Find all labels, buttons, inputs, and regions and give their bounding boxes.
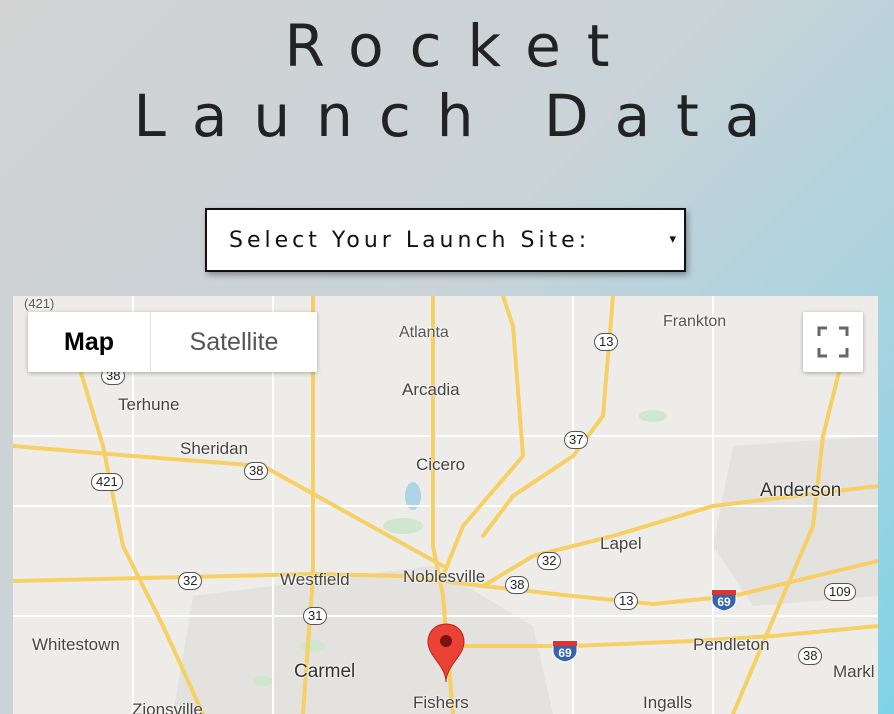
- map-type-map-button[interactable]: Map: [28, 312, 151, 372]
- place-label: Frankton: [663, 313, 727, 330]
- route-shield: 31: [303, 607, 328, 625]
- fullscreen-button[interactable]: [803, 312, 863, 372]
- route-shield: 38: [244, 462, 269, 480]
- map-type-control: Map Satellite: [28, 312, 317, 372]
- route-shield: 13: [614, 592, 639, 610]
- interstate-shield-icon: 69: [552, 639, 578, 663]
- route-shield: 38: [505, 576, 530, 594]
- route-shield: 38: [798, 647, 823, 665]
- map-pin-icon[interactable]: [426, 622, 466, 684]
- place-label: Terhune: [118, 395, 180, 414]
- place-label: Ingalls: [643, 693, 693, 712]
- route-label: (421): [24, 296, 55, 311]
- place-label: Sheridan: [180, 439, 249, 458]
- page-title-line-2: Launch Data: [133, 82, 787, 150]
- route-shield: 32: [178, 572, 203, 590]
- interstate-number: 69: [558, 646, 572, 660]
- place-label: Fishers: [413, 693, 469, 712]
- place-label: Pendleton: [693, 635, 770, 654]
- place-label: Carmel: [294, 661, 356, 682]
- launch-site-select-label: Select Your Launch Site:: [229, 227, 591, 253]
- place-label: Anderson: [760, 480, 842, 501]
- interstate-shield-icon: 69: [711, 588, 737, 612]
- place-label: Westfield: [280, 570, 350, 589]
- place-label: Arcadia: [402, 380, 460, 399]
- route-shield: 13: [594, 333, 619, 351]
- place-label: Zionsville: [132, 700, 203, 714]
- map-type-satellite-button[interactable]: Satellite: [151, 312, 317, 372]
- route-shield: 421: [91, 473, 123, 491]
- place-label: Lapel: [600, 534, 642, 553]
- place-label: Noblesville: [403, 567, 486, 586]
- place-label: Atlanta: [399, 324, 449, 341]
- route-shield: 37: [564, 431, 589, 449]
- route-shield: 109: [824, 583, 856, 601]
- route-shield: 32: [537, 552, 562, 570]
- place-label: Cicero: [416, 455, 466, 474]
- chevron-down-icon: ▾: [669, 232, 676, 247]
- page-title-line-1: Rocket: [284, 12, 636, 80]
- place-label: Markl: [833, 662, 875, 681]
- map[interactable]: Frankton Atlanta Arcadia Terhune Sherida…: [13, 296, 878, 714]
- interstate-number: 69: [717, 595, 731, 609]
- fullscreen-icon: [817, 326, 849, 358]
- launch-site-select[interactable]: Select Your Launch Site: ▾: [205, 208, 686, 272]
- place-label: Whitestown: [32, 635, 120, 654]
